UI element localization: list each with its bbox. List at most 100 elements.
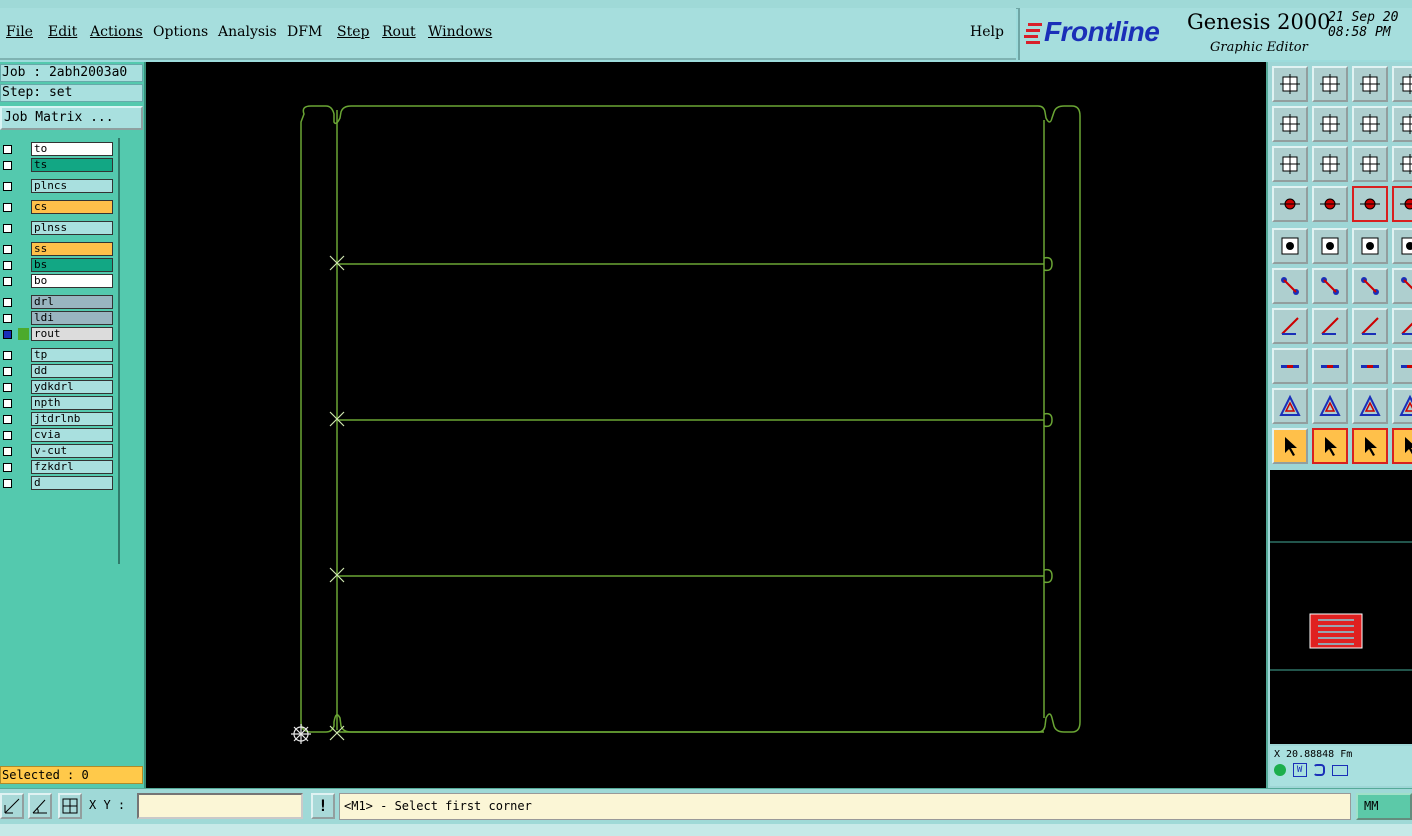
frame-tool-button[interactable]: [1392, 66, 1412, 102]
layer-checkbox[interactable]: [3, 351, 12, 360]
polygon-tool-button[interactable]: [1392, 388, 1412, 424]
layer-row-ss[interactable]: ss: [0, 242, 116, 257]
snap-angle-button[interactable]: [28, 793, 52, 819]
arc-tool-button[interactable]: [1312, 308, 1348, 344]
layer-name[interactable]: d: [31, 476, 113, 490]
layer-name[interactable]: ss: [31, 242, 113, 256]
layer-row-plncs[interactable]: plncs: [0, 179, 116, 194]
layer-name[interactable]: cvia: [31, 428, 113, 442]
layer-name[interactable]: plncs: [31, 179, 113, 193]
split-tool-button[interactable]: [1392, 106, 1412, 142]
line-tool-button[interactable]: [1272, 308, 1308, 344]
layer-checkbox[interactable]: [3, 367, 12, 376]
layer-checkbox[interactable]: [3, 298, 12, 307]
menu-options[interactable]: Options: [153, 24, 208, 40]
layer-name[interactable]: to: [31, 142, 113, 156]
ruler-tool-button[interactable]: [1352, 228, 1388, 264]
menu-actions[interactable]: Actions: [90, 24, 143, 40]
menu-step[interactable]: Step: [337, 24, 369, 40]
split-line-tool-button[interactable]: [1312, 348, 1348, 384]
layer-name[interactable]: rout: [31, 327, 113, 341]
layer-checkbox[interactable]: [3, 399, 12, 408]
menu-analysis[interactable]: Analysis: [218, 24, 277, 40]
units-button[interactable]: MM: [1356, 793, 1412, 820]
select-window-tool-button[interactable]: [1272, 228, 1308, 264]
ime-toolbar[interactable]: W: [1274, 763, 1348, 777]
select-tool-button[interactable]: [1272, 428, 1308, 464]
grid-snap-button[interactable]: [58, 793, 82, 819]
layer-checkbox[interactable]: [3, 224, 12, 233]
layer-row-ydkdrl[interactable]: ydkdrl: [0, 380, 116, 395]
minimap[interactable]: [1270, 470, 1412, 744]
layer-checkbox[interactable]: [3, 161, 12, 170]
drill-tool-button[interactable]: [1392, 228, 1412, 264]
layer-row-bo[interactable]: bo: [0, 274, 116, 289]
layer-row-drl[interactable]: drl: [0, 295, 116, 310]
filter-tool-button[interactable]: [1392, 348, 1412, 384]
layer-checkbox[interactable]: [3, 314, 12, 323]
menu-edit[interactable]: Edit: [48, 24, 77, 40]
menu-dfm[interactable]: DFM: [287, 24, 322, 40]
move-point-tool-button[interactable]: [1352, 268, 1388, 304]
layer-checkbox[interactable]: [3, 277, 12, 286]
pan-right-tool-button[interactable]: [1312, 106, 1348, 142]
menu-help[interactable]: Help: [970, 24, 1004, 40]
layer-checkbox[interactable]: [3, 245, 12, 254]
layer-checkbox[interactable]: [3, 479, 12, 488]
layer-row-cs[interactable]: cs: [0, 200, 116, 215]
layer-name[interactable]: ydkdrl: [31, 380, 113, 394]
zoom-1to1-tool-button[interactable]: [1352, 146, 1388, 182]
query-tool-button[interactable]: [1392, 146, 1412, 182]
graphic-canvas[interactable]: [146, 62, 1266, 788]
layer-checkbox[interactable]: [3, 415, 12, 424]
add-pad-tool-button[interactable]: [1272, 348, 1308, 384]
trapezoid-tool-button[interactable]: [1352, 388, 1388, 424]
layer-name[interactable]: jtdrlnb: [31, 412, 113, 426]
layer-checkbox[interactable]: [3, 145, 12, 154]
undo-view-tool-button[interactable]: [1352, 106, 1388, 142]
layer-row-to[interactable]: to: [0, 142, 116, 157]
layer-name[interactable]: plnss: [31, 221, 113, 235]
layer-name[interactable]: bo: [31, 274, 113, 288]
layer-name[interactable]: tp: [31, 348, 113, 362]
chamfer-tool-button[interactable]: [1312, 388, 1348, 424]
layer-row-tp[interactable]: tp: [0, 348, 116, 363]
alert-button[interactable]: !: [311, 793, 335, 819]
layer-checkbox[interactable]: [3, 383, 12, 392]
layer-checkbox[interactable]: [3, 447, 12, 456]
layer-name[interactable]: ts: [31, 158, 113, 172]
layer-row-jtdrlnb[interactable]: jtdrlnb: [0, 412, 116, 427]
layer-row-plnss[interactable]: plnss: [0, 221, 116, 236]
layer-name[interactable]: cs: [31, 200, 113, 214]
select-box-tool-button[interactable]: [1312, 428, 1348, 464]
layer-name[interactable]: bs: [31, 258, 113, 272]
intersect-tool-button[interactable]: [1312, 268, 1348, 304]
layer-name[interactable]: v-cut: [31, 444, 113, 458]
layer-checkbox[interactable]: [3, 203, 12, 212]
mirror-tool-button[interactable]: [1392, 308, 1412, 344]
layer-row-d[interactable]: d: [0, 476, 116, 491]
snap-tool-button[interactable]: [1312, 186, 1348, 222]
menu-windows[interactable]: Windows: [428, 24, 492, 40]
triangle-pad-tool-button[interactable]: [1272, 388, 1308, 424]
layer-row-npth[interactable]: npth: [0, 396, 116, 411]
pan-left-tool-button[interactable]: [1272, 106, 1308, 142]
layer-row-v-cut[interactable]: v-cut: [0, 444, 116, 459]
layer-row-rout[interactable]: rout: [0, 327, 116, 342]
layer-row-fzkdrl[interactable]: fzkdrl: [0, 460, 116, 475]
zoom-corner-button[interactable]: [0, 793, 24, 819]
layer-name[interactable]: fzkdrl: [31, 460, 113, 474]
route-step-tool-button[interactable]: [1392, 428, 1412, 464]
menu-rout[interactable]: Rout: [382, 24, 416, 40]
measure-probe-tool-button[interactable]: [1272, 186, 1308, 222]
layer-row-bs[interactable]: bs: [0, 258, 116, 273]
job-matrix-button[interactable]: Job Matrix ...: [0, 106, 143, 130]
menu-file[interactable]: File: [6, 24, 33, 40]
layer-row-ldi[interactable]: ldi: [0, 311, 116, 326]
layer-checkbox[interactable]: [3, 463, 12, 472]
layer-checkbox[interactable]: [3, 431, 12, 440]
layer-checkbox[interactable]: [3, 261, 12, 270]
xy-input[interactable]: [137, 793, 303, 819]
area-tool-button[interactable]: [1312, 228, 1348, 264]
select-inside-tool-button[interactable]: [1352, 428, 1388, 464]
